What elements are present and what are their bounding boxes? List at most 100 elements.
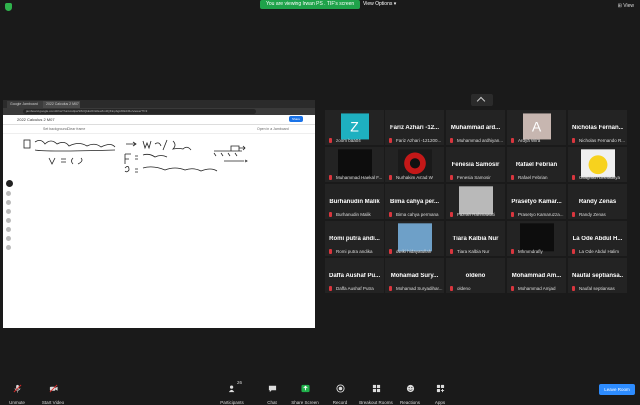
top-banner: You are viewing Irwan PS . TIF's screen … <box>0 0 640 12</box>
participant-tile[interactable]: Bima cahya per... Bima cahya permana <box>385 184 444 219</box>
set-background-button[interactable]: Set background <box>43 126 68 132</box>
participant-video <box>458 185 493 214</box>
participant-video <box>580 148 615 177</box>
participant-name-label: Bima cahya permana <box>396 212 439 217</box>
start-video-label: Start Video <box>41 400 65 405</box>
participant-name-large: Romi putra andi... <box>329 235 380 242</box>
participant-tile[interactable]: Mohammad Am... Mohammad Amjad <box>507 258 566 293</box>
open-jamboard-button[interactable]: Open in a Jamboard <box>257 126 289 132</box>
participant-tile[interactable]: Zzoom baa04 <box>325 110 384 145</box>
breakout-rooms-button[interactable]: Breakout Rooms <box>359 380 393 405</box>
pen-tool-icon[interactable] <box>6 180 13 187</box>
apps-button[interactable]: Apps <box>425 380 455 405</box>
chat-button[interactable]: Chat <box>257 380 287 405</box>
participant-count: 26 <box>237 380 243 385</box>
participant-tile[interactable]: Nicholas Fernan... Nicholas Fernando R... <box>568 110 627 145</box>
note-tool-icon[interactable] <box>6 209 11 214</box>
participant-name-label: oldeno <box>457 286 471 291</box>
participant-tile[interactable]: Fariz Azhari -12... Fariz Azhari -121200.… <box>385 110 444 145</box>
participant-name-label: Gilaghazi Dishaditya <box>579 175 621 180</box>
muted-mic-icon <box>450 286 453 291</box>
unmute-button[interactable]: Unmute <box>2 380 32 405</box>
participant-tile[interactable]: Mhmmdrafly <box>507 221 566 256</box>
reactions-button[interactable]: Reactions <box>395 380 425 405</box>
start-video-button[interactable]: Start Video <box>38 380 68 405</box>
participant-tile[interactable]: La Ode Abdul H... La Ode Abdul Halim <box>568 221 627 256</box>
muted-mic-icon <box>389 286 392 291</box>
shield-icon[interactable] <box>5 3 12 11</box>
participant-tile[interactable]: Nurhakim As'ad W <box>385 147 444 182</box>
browser-tab[interactable]: Google Jamboard <box>7 101 44 108</box>
laser-tool-icon[interactable] <box>6 245 11 250</box>
participant-name-label: dwiki hidayatullah <box>396 249 432 254</box>
muted-mic-icon <box>450 249 453 254</box>
participant-name-large: Mohamad Sury... <box>390 272 439 279</box>
participant-name-label: zoom baa04 <box>336 138 361 143</box>
share-screen-button[interactable]: Share Screen <box>290 380 320 405</box>
breakout-rooms-label: Breakout Rooms <box>359 400 393 405</box>
muted-mic-icon <box>389 212 392 217</box>
jamboard-header: 2022 Calculus 2 M07 Share <box>3 115 315 125</box>
participant-name-label: Burhanudin Malik <box>336 212 371 217</box>
participant-name-label: Fariz Azhari -121200... <box>396 138 442 143</box>
textbox-tool-icon[interactable] <box>6 236 11 241</box>
gallery-scroll-up-button[interactable] <box>471 94 493 106</box>
circle-tool-icon[interactable] <box>6 227 11 232</box>
participant-name-large: Mohammad Am... <box>511 272 562 279</box>
participant-name-large: Prasetyo Kamar... <box>511 198 562 205</box>
participant-name-label: Prasetyo Kamaruzza... <box>518 212 564 217</box>
participant-tile[interactable]: A Ardya Wira <box>507 110 566 145</box>
participant-tile[interactable]: Fazrah Rahmawati <box>446 184 505 219</box>
browser-tab[interactable]: 2022 Calculus 2 M07 - Googl <box>43 101 80 108</box>
muted-mic-icon <box>389 138 392 143</box>
eraser-tool-icon[interactable] <box>6 191 11 196</box>
url-field[interactable]: jamboard.google.com/d/1wYfunkcs0pwSl6zQk… <box>23 109 256 114</box>
participant-tile[interactable]: Muhammad ard... Muhammad ardhiyan... <box>446 110 505 145</box>
participant-name-large: Muhammad ard... <box>450 124 501 131</box>
participant-tile[interactable]: Muhammad Haekal F... <box>325 147 384 182</box>
muted-mic-icon <box>329 138 332 143</box>
view-label: View <box>623 3 634 9</box>
participants-label: Participants <box>220 400 244 405</box>
participant-tile[interactable]: Romi putra andi... Romi putra andika <box>325 221 384 256</box>
share-screen-label: Share Screen <box>291 400 319 405</box>
apps-label: Apps <box>434 400 446 405</box>
select-tool-icon[interactable] <box>6 200 11 205</box>
view-button[interactable]: ⊞ View <box>618 3 634 9</box>
participant-video <box>397 148 432 177</box>
record-icon <box>335 384 345 393</box>
participant-tile[interactable]: Mohamad Sury... Mohamad Suryadihar... <box>385 258 444 293</box>
jam-share-button[interactable]: Share <box>289 116 303 122</box>
participant-tile[interactable]: Randy Zenas Randy Zenas <box>568 184 627 219</box>
record-button[interactable]: Record <box>325 380 355 405</box>
share-screen-icon <box>300 384 310 393</box>
participant-tile[interactable]: Burhanudin Malik Burhanudin Malik <box>325 184 384 219</box>
muted-mic-icon <box>450 175 453 180</box>
participant-tile[interactable]: Gilaghazi Dishaditya <box>568 147 627 182</box>
participant-name-label: Rafael Febrian <box>518 175 548 180</box>
participant-avatar: A <box>522 112 551 139</box>
participant-name-large: oldeno <box>465 272 486 279</box>
participant-tile[interactable]: Prasetyo Kamar... Prasetyo Kamaruzza... <box>507 184 566 219</box>
view-options-button[interactable]: View Options ▾ <box>363 0 396 9</box>
breakout-rooms-icon <box>372 384 380 393</box>
clear-frame-button[interactable]: Clear frame <box>67 126 85 132</box>
reactions-label: Reactions <box>399 400 420 405</box>
leave-room-button[interactable]: Leave Room <box>599 384 635 395</box>
participant-tile[interactable]: Tiara Kalbia Nur Tiara Kalbia Nur <box>446 221 505 256</box>
participant-tile[interactable]: Rafael Febrian Rafael Febrian <box>507 147 566 182</box>
chat-label: Chat <box>267 400 277 405</box>
participant-tile[interactable]: oldeno oldeno <box>446 258 505 293</box>
image-tool-icon[interactable] <box>6 218 11 223</box>
participant-tile[interactable]: Fenesia Samosir Fenesia Samosir <box>446 147 505 182</box>
participant-tile[interactable]: Daffa Aushaf Pu... Daffa Aushaf Putra <box>325 258 384 293</box>
participant-tile[interactable]: dwiki hidayatullah <box>385 221 444 256</box>
participant-name-label: Nurhakim As'ad W <box>396 175 433 180</box>
muted-mic-icon <box>572 138 575 143</box>
muted-mic-icon <box>511 249 514 254</box>
view-options-label: View Options <box>363 1 393 7</box>
participant-name-large: Nicholas Fernan... <box>572 124 623 131</box>
participant-avatar: Z <box>340 112 369 139</box>
participant-tile[interactable]: Naufal septiansa... Naufal septiansas <box>568 258 627 293</box>
participants-button[interactable]: 26 Participants <box>217 380 247 405</box>
